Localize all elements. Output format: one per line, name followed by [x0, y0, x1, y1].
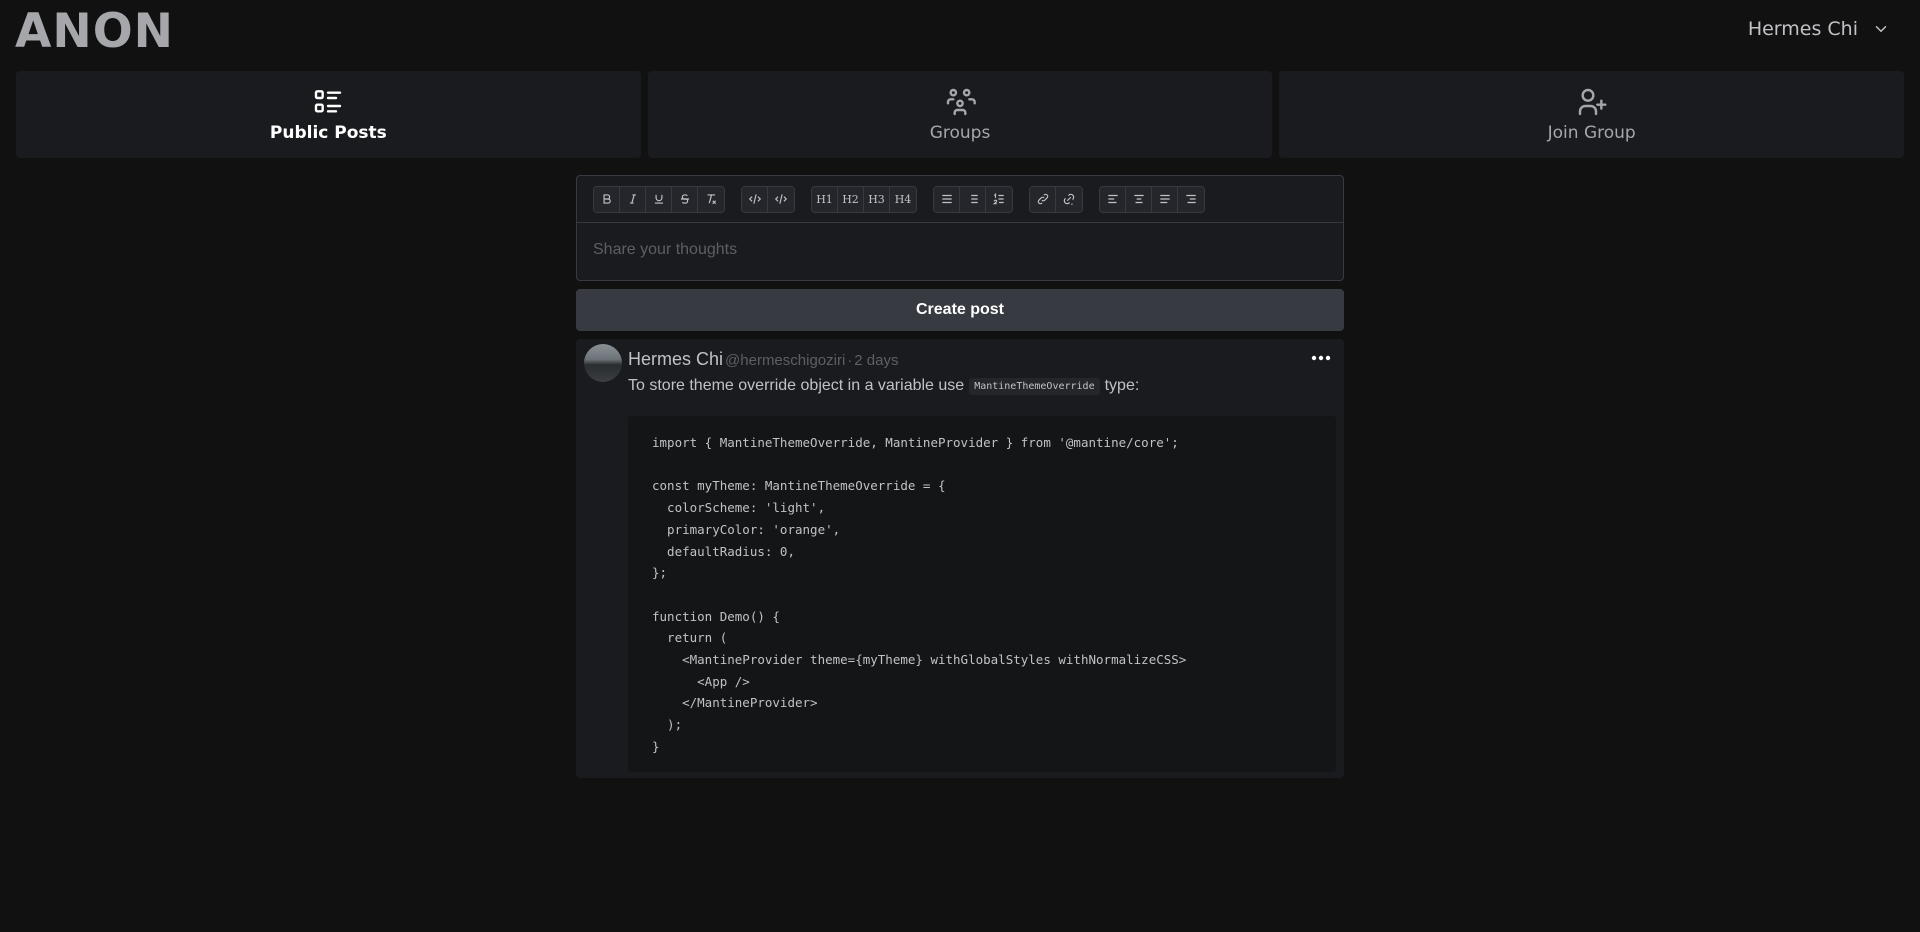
align-justify-icon — [1159, 194, 1170, 204]
code-group — [741, 185, 795, 213]
post-editor: H1 H2 H3 H4 Share your thoughts — [576, 175, 1344, 281]
tab-label: Join Group — [1547, 123, 1636, 143]
post-time: 2 days — [854, 352, 899, 369]
unlink-icon — [1063, 193, 1075, 205]
post-author[interactable]: Hermes Chi — [628, 349, 723, 370]
tab-groups[interactable]: Groups — [647, 71, 1273, 158]
bullet-list-icon — [967, 194, 978, 204]
clear-formatting-button[interactable] — [698, 186, 724, 212]
user-plus-icon — [1578, 88, 1607, 116]
align-justify-button[interactable] — [1152, 186, 1178, 212]
ordered-list-icon — [992, 192, 1004, 205]
link-button[interactable] — [1030, 186, 1056, 212]
list-details-icon — [315, 90, 342, 113]
post-text-after: type: — [1104, 377, 1140, 394]
strikethrough-icon — [680, 194, 689, 204]
post-separator: · — [847, 352, 853, 369]
underline-button[interactable] — [646, 186, 672, 212]
post-menu-button[interactable] — [1310, 347, 1332, 369]
bold-icon — [603, 194, 611, 204]
underline-icon — [654, 194, 663, 204]
post-handle[interactable]: @hermeschigoziri — [725, 352, 845, 369]
user-menu[interactable]: Hermes Chi — [1748, 18, 1890, 40]
post-card: Hermes Chi @hermeschigoziri · 2 days To … — [576, 339, 1344, 778]
clear-formatting-icon — [707, 194, 717, 205]
line-dashed-icon — [941, 194, 952, 204]
post-text-before: To store theme override object in a vari… — [628, 377, 965, 394]
inline-code: MantineThemeOverride — [969, 377, 1100, 395]
h4-button[interactable]: H4 — [890, 186, 916, 212]
h3-button[interactable]: H3 — [864, 186, 890, 212]
users-group-icon — [946, 88, 976, 116]
align-center-icon — [1133, 194, 1144, 204]
chevron-down-icon — [1875, 26, 1887, 32]
h2-button[interactable]: H2 — [838, 186, 864, 212]
align-left-icon — [1107, 194, 1118, 204]
dots-icon — [1311, 355, 1331, 361]
italic-button[interactable] — [620, 186, 646, 212]
align-right-icon — [1186, 194, 1196, 204]
post-input[interactable]: Share your thoughts — [577, 223, 1343, 277]
bold-button[interactable] — [594, 186, 620, 212]
align-group — [1099, 185, 1205, 213]
tab-label: Public Posts — [269, 123, 387, 143]
strikethrough-button[interactable] — [672, 186, 698, 212]
unlink-button[interactable] — [1056, 186, 1082, 212]
heading-group: H1 H2 H3 H4 — [811, 185, 917, 213]
ordered-list-button[interactable] — [986, 186, 1012, 212]
app-logo[interactable]: ANON — [15, 6, 174, 58]
align-center-button[interactable] — [1126, 186, 1152, 212]
user-name: Hermes Chi — [1747, 18, 1858, 40]
post-body: To store theme override object in a vari… — [628, 377, 1139, 395]
list-group — [933, 185, 1013, 213]
avatar[interactable] — [584, 344, 622, 382]
format-group — [593, 185, 725, 213]
tab-label: Groups — [929, 123, 991, 143]
tab-public-posts[interactable]: Public Posts — [16, 71, 641, 158]
inline-code-button[interactable] — [742, 186, 768, 212]
code-block-button[interactable] — [768, 186, 794, 212]
create-post-button[interactable]: Create post — [576, 289, 1344, 331]
italic-icon — [629, 194, 636, 204]
code-icon — [748, 194, 761, 204]
link-icon — [1037, 193, 1048, 205]
align-left-button[interactable] — [1100, 186, 1126, 212]
hr-button[interactable] — [934, 186, 960, 212]
main-nav: Public Posts Groups Join Group — [16, 71, 1905, 158]
bullet-list-button[interactable] — [960, 186, 986, 212]
code-block-icon — [774, 194, 788, 204]
post-header: Hermes Chi @hermeschigoziri · 2 days — [628, 349, 899, 370]
code-block: import { MantineThemeOverride, MantinePr… — [628, 416, 1336, 772]
editor-toolbar: H1 H2 H3 H4 — [577, 176, 1343, 223]
tab-join-group[interactable]: Join Group — [1279, 71, 1905, 158]
link-group — [1029, 185, 1083, 213]
h1-button[interactable]: H1 — [812, 186, 838, 212]
align-right-button[interactable] — [1178, 186, 1204, 212]
